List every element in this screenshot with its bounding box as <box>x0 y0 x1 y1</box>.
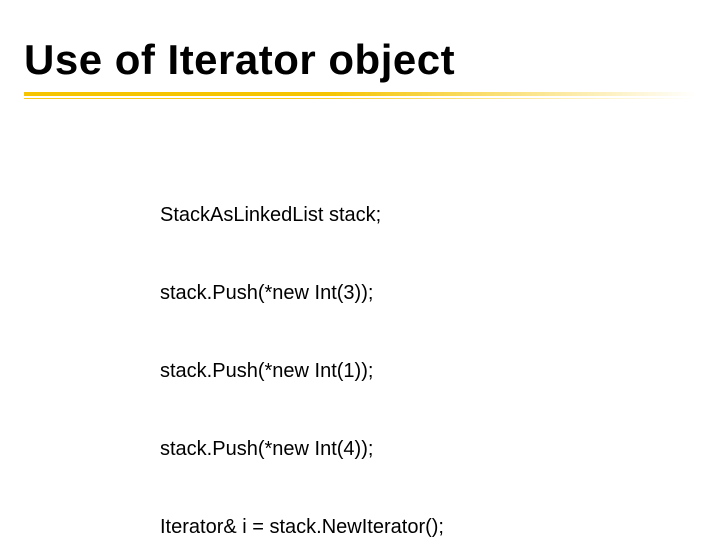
slide: Use of Iterator object StackAsLinkedList… <box>0 0 720 540</box>
code-line: stack.Push(*new Int(3)); <box>160 280 444 306</box>
code-line: stack.Push(*new Int(4)); <box>160 436 444 462</box>
underline-thick <box>24 92 696 96</box>
slide-title: Use of Iterator object <box>24 36 455 84</box>
underline-thin <box>24 98 696 99</box>
code-line: Iterator& i = stack.NewIterator(); <box>160 514 444 540</box>
code-block: StackAsLinkedList stack; stack.Push(*new… <box>160 150 444 540</box>
code-line: stack.Push(*new Int(1)); <box>160 358 444 384</box>
code-line: StackAsLinkedList stack; <box>160 202 444 228</box>
title-underline <box>24 92 696 106</box>
